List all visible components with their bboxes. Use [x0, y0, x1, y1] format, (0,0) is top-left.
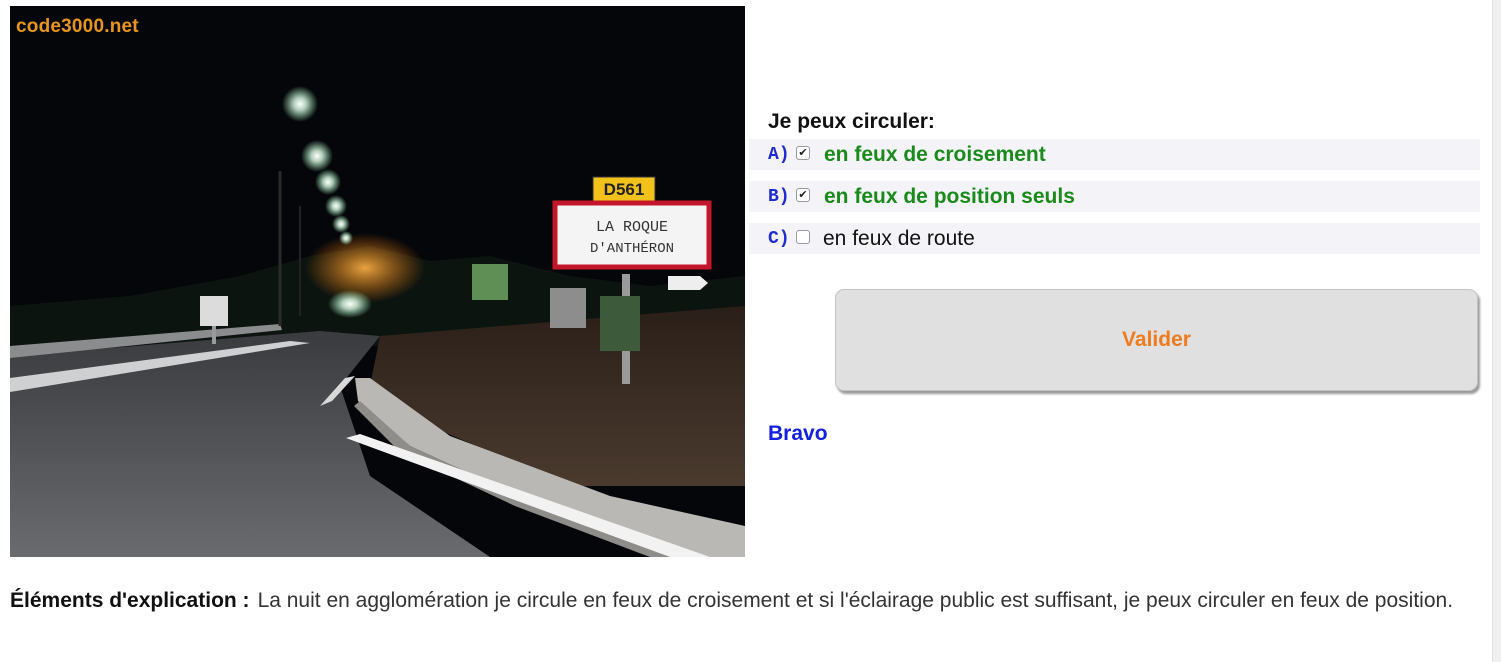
answer-letter: A) [768, 144, 790, 165]
answer-letter: C) [768, 228, 790, 249]
watermark-text: code3000.net [16, 16, 139, 37]
town-sign-line1: LA ROQUE [596, 219, 668, 236]
answer-option-a[interactable]: A) en feux de croisement [749, 139, 1480, 170]
answer-option-c[interactable]: C) en feux de route [749, 223, 1480, 254]
checkbox-c[interactable] [796, 229, 810, 244]
answer-text: en feux de position seuls [824, 184, 1075, 208]
checkbox-b[interactable] [796, 187, 810, 202]
explanation-paragraph: Éléments d'explication : La nuit en agglo… [10, 586, 1490, 615]
answer-letter: B) [768, 186, 790, 207]
road-number-sign: D561 [604, 180, 645, 199]
answer-text: en feux de route [823, 226, 975, 250]
question-title: Je peux circuler: [768, 110, 935, 133]
validate-button[interactable]: Valider [835, 289, 1478, 391]
night-road-illustration: D561 LA ROQUE D'ANTHÉRON [10, 6, 745, 557]
page-scrollbar[interactable] [1492, 0, 1501, 662]
explanation-label: Éléments d'explication : [10, 589, 250, 612]
explanation-text: La nuit en agglomération je circule en f… [257, 589, 1454, 612]
answer-option-b[interactable]: B) en feux de position seuls [749, 181, 1480, 212]
answer-text: en feux de croisement [824, 142, 1046, 166]
question-photo: D561 LA ROQUE D'ANTHÉRON code3000.net [10, 6, 745, 557]
town-sign-line2: D'ANTHÉRON [590, 239, 674, 257]
checkbox-a[interactable] [796, 145, 810, 160]
result-message: Bravo [768, 422, 828, 445]
